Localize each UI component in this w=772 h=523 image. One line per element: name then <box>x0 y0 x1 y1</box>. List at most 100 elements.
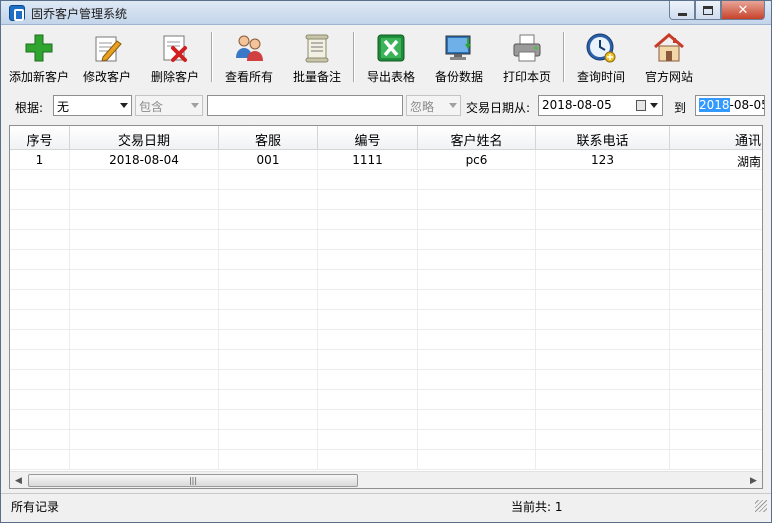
ignore-select[interactable]: 忽略 <box>406 95 461 116</box>
table-cell-empty <box>670 370 762 390</box>
table-cell-empty <box>70 250 219 270</box>
delete-customer-button[interactable]: 删除客户 <box>141 26 209 88</box>
date-to-picker[interactable]: 2018-08-05 <box>695 95 765 116</box>
scroll-right-icon[interactable]: ▶ <box>745 472 762 488</box>
filter-bar: 根据: 无 包含 忽略 交易日期从: 2018-08-05 到 2018-08-… <box>1 93 771 119</box>
table-cell-empty <box>670 190 762 210</box>
table-row-empty <box>10 310 762 330</box>
table-cell-empty <box>670 230 762 250</box>
table-cell-empty <box>418 210 536 230</box>
date-from-picker[interactable]: 2018-08-05 <box>538 95 663 116</box>
table-cell-empty <box>219 190 318 210</box>
window-title: 固乔客户管理系统 <box>31 7 128 21</box>
table-row-empty <box>10 410 762 430</box>
table-cell-empty <box>318 210 418 230</box>
table-cell-empty <box>418 370 536 390</box>
table-cell-empty <box>219 310 318 330</box>
column-header-address[interactable]: 通讯 <box>670 126 762 150</box>
edit-pencil-icon <box>91 32 123 64</box>
scroll-left-icon[interactable]: ◀ <box>10 472 27 488</box>
close-button[interactable]: ✕ <box>721 1 765 20</box>
table-cell-empty <box>219 210 318 230</box>
horizontal-scrollbar[interactable]: ◀ ||| ▶ <box>10 471 762 488</box>
table-cell-empty <box>219 430 318 450</box>
basis-select[interactable]: 无 <box>53 95 132 116</box>
table-cell-empty <box>70 170 219 190</box>
date-from-value: 2018-08-05 <box>542 98 612 112</box>
status-count: 当前共: 1 <box>511 500 563 514</box>
table-cell-empty <box>318 350 418 370</box>
column-header-service[interactable]: 客服 <box>219 126 318 150</box>
computer-backup-icon <box>443 32 475 64</box>
table-cell-empty <box>670 170 762 190</box>
table-cell-empty <box>670 410 762 430</box>
customer-grid: 序号 交易日期 客服 编号 客户姓名 联系电话 通讯 1 2018-08-04 … <box>9 125 763 489</box>
print-page-button[interactable]: 打印本页 <box>493 26 561 88</box>
table-cell-empty <box>670 390 762 410</box>
export-table-button[interactable]: 导出表格 <box>357 26 425 88</box>
table-cell-empty <box>70 210 219 230</box>
column-header-index[interactable]: 序号 <box>10 126 70 150</box>
table-row-empty <box>10 330 762 350</box>
table-cell-empty <box>418 350 536 370</box>
table-cell-empty <box>70 290 219 310</box>
printer-icon <box>511 32 543 64</box>
date-to-rest: -08-05 <box>729 98 765 112</box>
table-cell-empty <box>318 270 418 290</box>
cell-address: 湖南 <box>670 150 762 170</box>
view-all-button[interactable]: 查看所有 <box>215 26 283 88</box>
query-time-button[interactable]: 查询时间 <box>567 26 635 88</box>
table-cell-empty <box>418 450 536 470</box>
main-window: 固乔客户管理系统 ✕ 添加新客户 修改客户 删除客户 查看所有 批量备注 导出表… <box>0 0 772 523</box>
minimize-button[interactable] <box>669 1 695 20</box>
column-header-phone[interactable]: 联系电话 <box>536 126 670 150</box>
edit-customer-button[interactable]: 修改客户 <box>73 26 141 88</box>
table-cell-empty <box>219 250 318 270</box>
column-header-number[interactable]: 编号 <box>318 126 418 150</box>
match-select[interactable]: 包含 <box>135 95 203 116</box>
table-cell-empty <box>418 390 536 410</box>
batch-note-label: 批量备注 <box>292 70 341 84</box>
table-cell-empty <box>70 330 219 350</box>
column-header-customer-name[interactable]: 客户姓名 <box>418 126 536 150</box>
maximize-button[interactable] <box>695 1 721 20</box>
table-row[interactable]: 1 2018-08-04 001 1111 pc6 123 湖南 <box>10 150 762 170</box>
scrollbar-thumb[interactable]: ||| <box>28 474 358 487</box>
table-row-empty <box>10 350 762 370</box>
table-cell-empty <box>70 430 219 450</box>
table-cell-empty <box>536 370 670 390</box>
users-group-icon <box>233 32 265 64</box>
ignore-select-value: 忽略 <box>410 100 435 114</box>
view-all-label: 查看所有 <box>224 70 273 84</box>
table-cell-empty <box>418 190 536 210</box>
resize-grip-icon[interactable] <box>755 500 767 512</box>
table-cell-empty <box>10 410 70 430</box>
table-cell-empty <box>10 250 70 270</box>
table-cell-empty <box>670 450 762 470</box>
table-row-empty <box>10 390 762 410</box>
chevron-down-icon <box>191 103 199 108</box>
table-cell-empty <box>318 290 418 310</box>
table-cell-empty <box>318 430 418 450</box>
table-cell-empty <box>536 410 670 430</box>
table-cell-empty <box>219 270 318 290</box>
grid-header: 序号 交易日期 客服 编号 客户姓名 联系电话 通讯 <box>10 126 762 150</box>
toolbar-separator <box>563 32 565 82</box>
table-cell-empty <box>10 310 70 330</box>
keyword-input[interactable] <box>207 95 403 116</box>
official-website-button[interactable]: 官方网站 <box>635 26 703 88</box>
table-cell-empty <box>219 290 318 310</box>
column-header-date[interactable]: 交易日期 <box>70 126 219 150</box>
table-cell-empty <box>10 430 70 450</box>
add-customer-label: 添加新客户 <box>8 70 69 84</box>
cell-customer-name: pc6 <box>418 150 536 170</box>
edit-customer-label: 修改客户 <box>82 70 131 84</box>
table-cell-empty <box>10 370 70 390</box>
table-cell-empty <box>318 230 418 250</box>
export-table-label: 导出表格 <box>366 70 415 84</box>
batch-note-button[interactable]: 批量备注 <box>283 26 351 88</box>
table-cell-empty <box>536 190 670 210</box>
delete-x-icon <box>159 32 191 64</box>
add-customer-button[interactable]: 添加新客户 <box>5 26 73 88</box>
backup-data-button[interactable]: 备份数据 <box>425 26 493 88</box>
